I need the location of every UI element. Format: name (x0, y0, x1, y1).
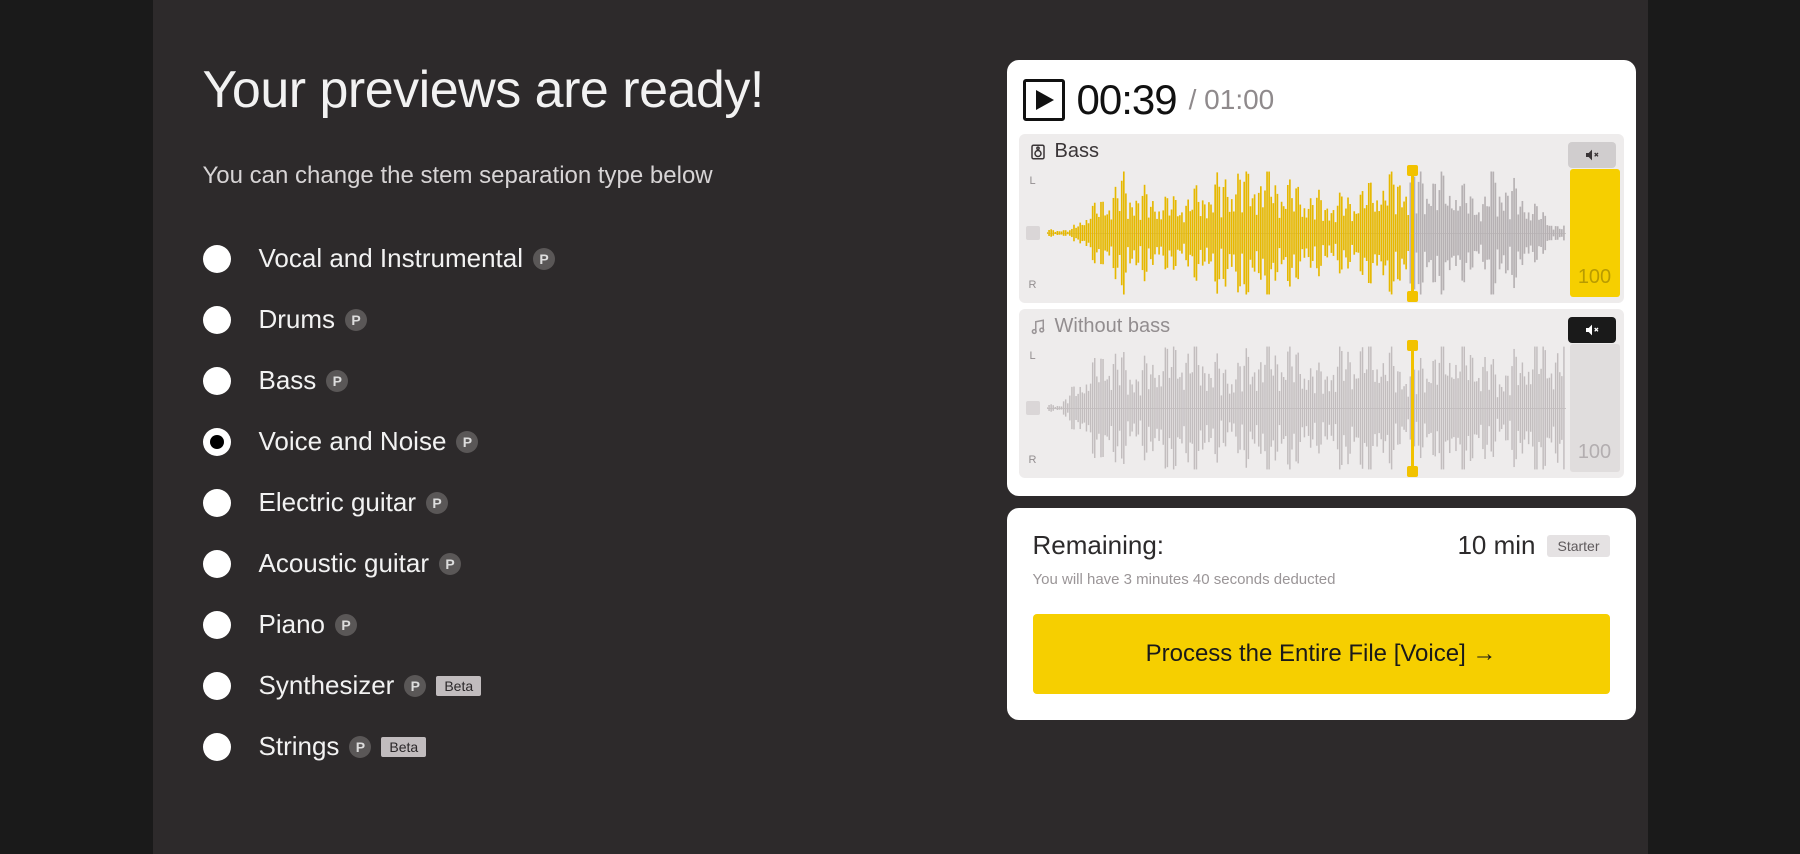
premium-icon: P (404, 675, 426, 697)
option-label: StringsPBeta (259, 731, 427, 762)
stem-option[interactable]: Electric guitarP (203, 472, 955, 533)
radio-button[interactable] (203, 611, 231, 639)
radio-button[interactable] (203, 672, 231, 700)
stem-option[interactable]: DrumsP (203, 289, 955, 350)
premium-icon: P (345, 309, 367, 331)
premium-icon: P (326, 370, 348, 392)
speaker-icon (1029, 143, 1047, 161)
process-button[interactable]: Process the Entire File [Voice] → (1033, 614, 1610, 694)
deduction-note: You will have 3 minutes 40 seconds deduc… (1033, 571, 1610, 588)
time-total: / 01:00 (1189, 84, 1275, 116)
volume-slider-without-bass[interactable]: 100 (1570, 344, 1620, 472)
music-note-icon (1029, 318, 1047, 336)
remaining-time: 10 min (1457, 530, 1535, 561)
channel-labels: L R (1023, 344, 1043, 472)
track-title: Without bass (1055, 315, 1171, 338)
stem-option-list: Vocal and InstrumentalP DrumsP BassP Voice … (203, 228, 955, 777)
option-label: Vocal and InstrumentalP (259, 243, 556, 274)
radio-button[interactable] (203, 306, 231, 334)
radio-button[interactable] (203, 733, 231, 761)
premium-icon: P (533, 248, 555, 270)
playhead[interactable] (1411, 345, 1414, 472)
play-button[interactable] (1023, 79, 1065, 121)
radio-button[interactable] (203, 489, 231, 517)
channel-labels: L R (1023, 169, 1043, 297)
premium-icon: P (349, 736, 371, 758)
info-card: Remaining: 10 min Starter You will have … (1007, 508, 1636, 720)
stem-option[interactable]: BassP (203, 350, 955, 411)
option-label: PianoP (259, 609, 358, 640)
option-label: SynthesizerPBeta (259, 670, 482, 701)
mute-button-bass[interactable] (1568, 142, 1616, 168)
remaining-label: Remaining: (1033, 530, 1165, 561)
volume-mute-icon (1584, 322, 1600, 338)
option-label: Acoustic guitarP (259, 548, 462, 579)
volume-mute-icon (1584, 147, 1600, 163)
option-label: BassP (259, 365, 349, 396)
waveform-bass[interactable] (1047, 169, 1566, 297)
premium-icon: P (439, 553, 461, 575)
page-title: Your previews are ready! (203, 60, 955, 120)
track-bass: Bass L R 100 (1019, 134, 1624, 303)
stem-option[interactable]: Voice and NoiseP (203, 411, 955, 472)
stem-option[interactable]: Vocal and InstrumentalP (203, 228, 955, 289)
radio-button[interactable] (203, 550, 231, 578)
subtitle: You can change the stem separation type … (203, 160, 723, 192)
radio-button[interactable] (203, 367, 231, 395)
track-title: Bass (1055, 140, 1099, 163)
mute-button-without-bass[interactable] (1568, 317, 1616, 343)
premium-icon: P (426, 492, 448, 514)
option-label: Voice and NoiseP (259, 426, 479, 457)
stem-option[interactable]: PianoP (203, 594, 955, 655)
premium-icon: P (335, 614, 357, 636)
option-label: DrumsP (259, 304, 368, 335)
track-without-bass: Without bass L R 100 (1019, 309, 1624, 478)
stem-option[interactable]: StringsPBeta (203, 716, 955, 777)
time-current: 00:39 (1077, 76, 1177, 124)
option-label: Electric guitarP (259, 487, 449, 518)
waveform-without-bass[interactable] (1047, 344, 1566, 472)
player-card: 00:39 / 01:00 Bass L R (1007, 60, 1636, 496)
stem-option[interactable]: SynthesizerPBeta (203, 655, 955, 716)
stem-option[interactable]: Acoustic guitarP (203, 533, 955, 594)
playhead[interactable] (1411, 170, 1414, 297)
premium-icon: P (456, 431, 478, 453)
plan-badge: Starter (1547, 535, 1609, 557)
radio-button[interactable] (203, 428, 231, 456)
play-icon (1032, 88, 1056, 112)
beta-badge: Beta (436, 676, 481, 696)
radio-button[interactable] (203, 245, 231, 273)
volume-slider-bass[interactable]: 100 (1570, 169, 1620, 297)
beta-badge: Beta (381, 737, 426, 757)
